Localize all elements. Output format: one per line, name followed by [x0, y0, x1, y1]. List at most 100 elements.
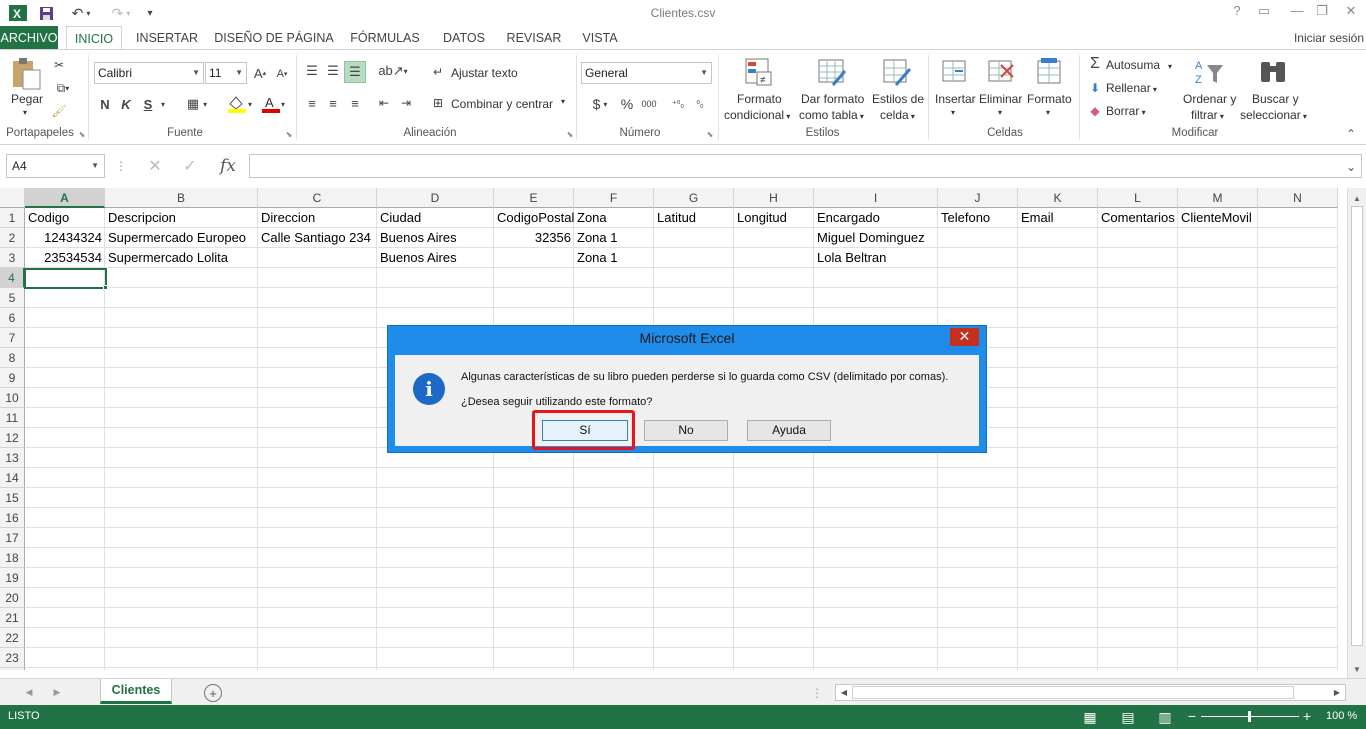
fill-down-icon[interactable]: ⬇: [1087, 80, 1103, 96]
normal-view-icon[interactable]: ▦: [1082, 709, 1098, 725]
expand-formula-icon[interactable]: ⌄: [1344, 160, 1358, 174]
tab-formulas[interactable]: FÓRMULAS: [346, 26, 424, 50]
autosum-button[interactable]: Autosuma ▾: [1106, 58, 1172, 72]
cell-b2[interactable]: Supermercado Europeo: [105, 228, 249, 248]
column-header-l[interactable]: L: [1098, 188, 1178, 208]
find-select-label2[interactable]: seleccionar ▾: [1240, 108, 1307, 122]
cell-f2[interactable]: Zona 1: [574, 228, 620, 248]
column-header-c[interactable]: C: [258, 188, 377, 208]
tab-inicio[interactable]: INICIO: [66, 26, 122, 50]
tab-insertar[interactable]: INSERTAR: [130, 26, 204, 50]
column-header-e[interactable]: E: [494, 188, 574, 208]
alignment-launcher-icon[interactable]: ⬊: [566, 130, 574, 139]
format-table-label1[interactable]: Dar formato: [801, 92, 864, 106]
column-header-g[interactable]: G: [654, 188, 734, 208]
wrap-text-button[interactable]: Ajustar texto: [451, 66, 518, 80]
row-header-11[interactable]: 11: [0, 408, 25, 428]
autosum-icon[interactable]: Σ: [1087, 55, 1103, 72]
number-launcher-icon[interactable]: ⬊: [706, 130, 714, 139]
tab-revisar[interactable]: REVISAR: [502, 26, 566, 50]
font-size-combo[interactable]: 11 ▼: [205, 62, 247, 84]
minimize-icon[interactable]: —: [1286, 3, 1308, 21]
cell-d1[interactable]: Ciudad: [377, 208, 424, 228]
fill-button[interactable]: Rellenar ▾: [1106, 81, 1157, 95]
no-button[interactable]: No: [644, 420, 728, 441]
scroll-thumb[interactable]: [1351, 206, 1363, 646]
format-cells-button[interactable]: Formato: [1027, 92, 1072, 106]
conditional-format-icon[interactable]: ≠: [743, 56, 775, 88]
insert-cells-icon[interactable]: [940, 56, 968, 86]
column-header-f[interactable]: F: [574, 188, 654, 208]
decrease-decimal-icon[interactable]: ⁰₀: [690, 95, 710, 113]
copy-icon[interactable]: ⧉ ▾: [50, 79, 76, 97]
wrap-text-icon[interactable]: ↵: [430, 64, 446, 80]
cell-l1[interactable]: Comentarios: [1098, 208, 1178, 228]
font-name-combo[interactable]: Calibri ▼: [94, 62, 204, 84]
row-header-10[interactable]: 10: [0, 388, 25, 408]
row-header-4[interactable]: 4: [0, 268, 25, 288]
new-sheet-icon[interactable]: +: [204, 684, 222, 702]
column-header-n[interactable]: N: [1258, 188, 1338, 208]
restore-icon[interactable]: ❐: [1311, 3, 1333, 21]
decrease-font-icon[interactable]: A ▾: [274, 66, 290, 82]
row-header-8[interactable]: 8: [0, 348, 25, 368]
name-box[interactable]: A4 ▼: [6, 154, 105, 178]
align-top-icon[interactable]: ☰: [304, 63, 320, 79]
row-header-13[interactable]: 13: [0, 448, 25, 468]
clear-button[interactable]: Borrar ▾: [1106, 104, 1146, 118]
row-header-6[interactable]: 6: [0, 308, 25, 328]
cell-c1[interactable]: Direccion: [258, 208, 318, 228]
delete-cells-button[interactable]: Eliminar: [979, 92, 1022, 106]
merge-center-icon[interactable]: ⊞: [430, 95, 446, 111]
insert-dropdown-icon[interactable]: ▾: [951, 108, 955, 117]
row-header-5[interactable]: 5: [0, 288, 25, 308]
increase-decimal-icon[interactable]: ⁺⁰₀: [668, 95, 688, 113]
row-header-12[interactable]: 12: [0, 428, 25, 448]
font-launcher-icon[interactable]: ⬊: [285, 130, 293, 139]
row-header-7[interactable]: 7: [0, 328, 25, 348]
cell-i1[interactable]: Encargado: [814, 208, 883, 228]
sort-filter-label1[interactable]: Ordenar y: [1183, 92, 1236, 106]
paste-dropdown-icon[interactable]: ▾: [23, 108, 27, 117]
cell-h1[interactable]: Longitud: [734, 208, 790, 228]
binoculars-icon[interactable]: [1256, 56, 1290, 88]
cell-i3[interactable]: Lola Beltran: [814, 248, 889, 268]
fill-handle[interactable]: [103, 285, 108, 290]
cancel-entry-icon[interactable]: ✕: [145, 156, 165, 176]
row-header-14[interactable]: 14: [0, 468, 25, 488]
dialog-close-icon[interactable]: ✕: [950, 328, 979, 346]
active-cell-border[interactable]: [24, 268, 107, 289]
tab-archivo[interactable]: ARCHIVO: [0, 26, 58, 50]
scroll-right-icon[interactable]: ▶: [1331, 686, 1343, 699]
row-header-17[interactable]: 17: [0, 528, 25, 548]
borders-icon[interactable]: ▦ ▾: [180, 95, 214, 113]
format-painter-icon[interactable]: 🖌: [50, 102, 68, 120]
row-header-2[interactable]: 2: [0, 228, 25, 248]
align-bottom-icon[interactable]: ☰: [344, 61, 366, 83]
row-header-9[interactable]: 9: [0, 368, 25, 388]
row-header-1[interactable]: 1: [0, 208, 25, 228]
sort-filter-label2[interactable]: filtrar ▾: [1191, 108, 1224, 122]
help-button[interactable]: Ayuda: [747, 420, 831, 441]
format-as-table-icon[interactable]: [816, 56, 848, 88]
cell-d3[interactable]: Buenos Aires: [377, 248, 460, 268]
sign-in-link[interactable]: Iniciar sesión: [1294, 26, 1364, 50]
cell-styles-label2[interactable]: celda ▾: [880, 108, 915, 122]
column-header-b[interactable]: B: [105, 188, 258, 208]
sheet-tab-clientes[interactable]: Clientes: [100, 679, 172, 704]
scroll-down-icon[interactable]: ▼: [1351, 663, 1363, 675]
column-header-h[interactable]: H: [734, 188, 814, 208]
help-icon[interactable]: ?: [1226, 3, 1248, 21]
italic-button[interactable]: K: [118, 95, 134, 113]
decrease-indent-icon[interactable]: ⇤: [376, 95, 392, 111]
scroll-up-icon[interactable]: ▲: [1351, 192, 1363, 204]
row-header-22[interactable]: 22: [0, 628, 25, 648]
cell-styles-icon[interactable]: [881, 56, 913, 88]
column-header-a[interactable]: A: [25, 188, 105, 208]
row-header-15[interactable]: 15: [0, 488, 25, 508]
split-handle-icon[interactable]: ⋮: [811, 685, 823, 701]
find-select-label1[interactable]: Buscar y: [1252, 92, 1299, 106]
formula-input[interactable]: [249, 154, 1362, 178]
delete-dropdown-icon[interactable]: ▾: [998, 108, 1002, 117]
thousands-button[interactable]: 000: [640, 95, 658, 113]
